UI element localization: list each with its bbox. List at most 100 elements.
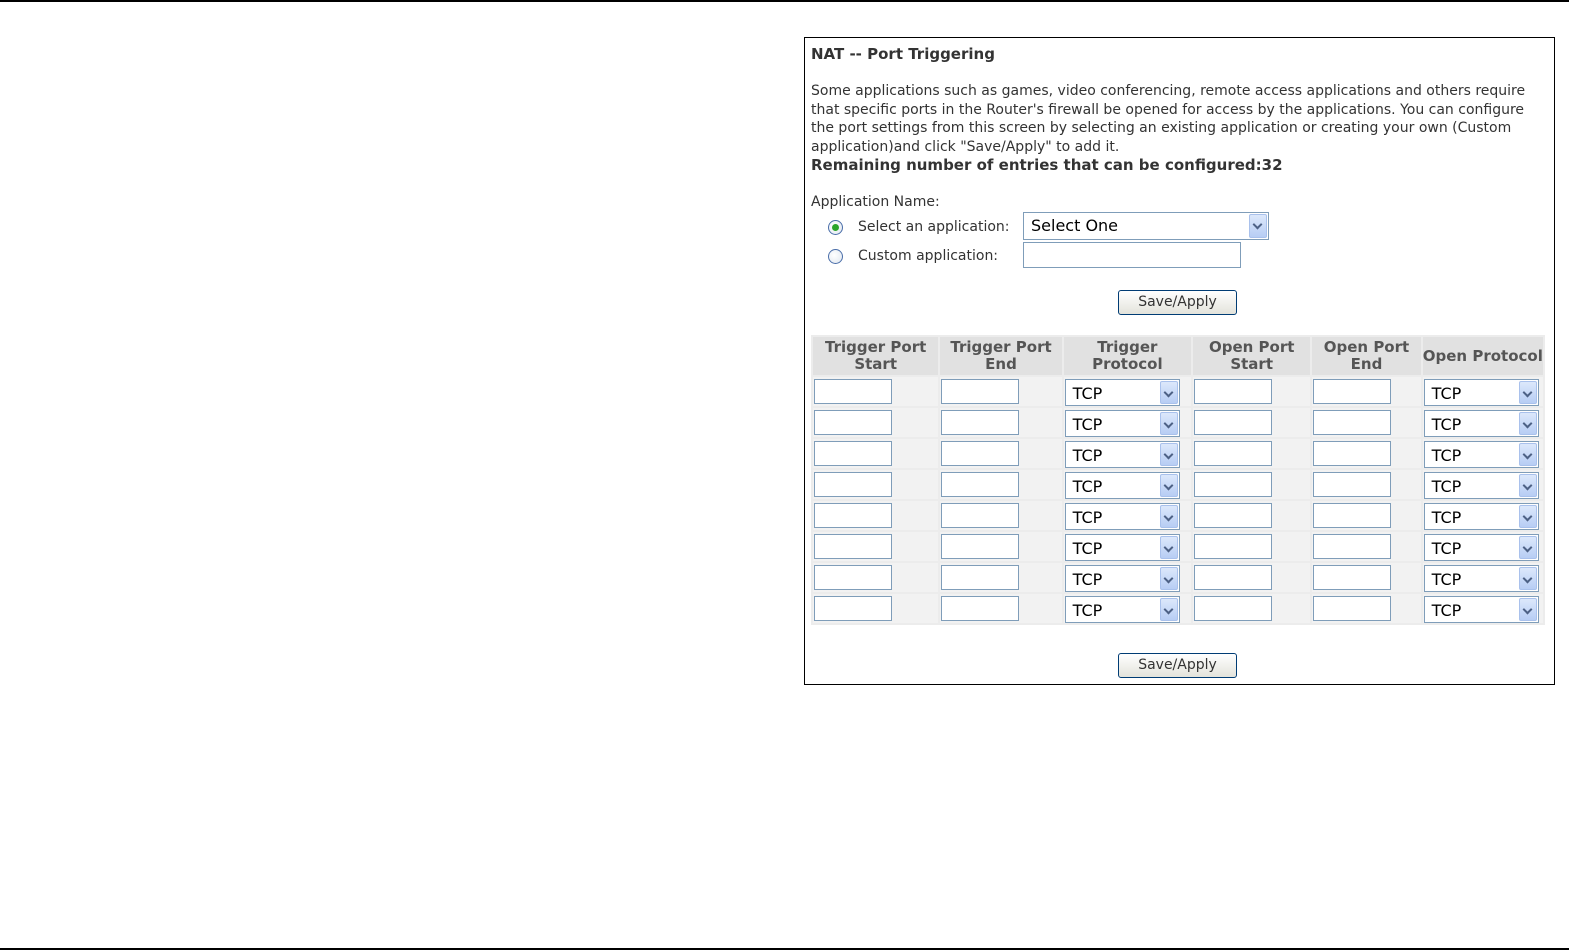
open-port-end-input[interactable]: [1313, 534, 1392, 559]
save-apply-button-bottom[interactable]: Save/Apply: [1118, 653, 1237, 678]
trigger-port-start-input[interactable]: [814, 472, 892, 497]
table-header-row: Trigger Port Start Trigger Port End Trig…: [813, 337, 1543, 375]
open-protocol-select[interactable]: TCP: [1423, 379, 1539, 406]
trigger-port-end-input[interactable]: [941, 503, 1020, 528]
table-row: TCP TCP: [813, 501, 1543, 530]
trigger-port-start-input[interactable]: [814, 441, 892, 466]
trigger-port-end-input[interactable]: [941, 441, 1020, 466]
table-cell: [1193, 408, 1311, 437]
chevron-down-icon[interactable]: [1159, 505, 1178, 528]
open-protocol-select[interactable]: TCP: [1423, 441, 1539, 468]
trigger-port-start-input[interactable]: [814, 503, 892, 528]
save-apply-button-top[interactable]: Save/Apply: [1118, 290, 1237, 315]
protocol-value: TCP: [1431, 477, 1462, 496]
chevron-down-icon[interactable]: [1518, 598, 1537, 621]
chevron-down-icon[interactable]: [1159, 598, 1178, 621]
open-protocol-select[interactable]: TCP: [1423, 596, 1539, 623]
trigger-protocol-select[interactable]: TCP: [1064, 410, 1180, 437]
table-cell: [940, 439, 1062, 468]
open-port-start-input[interactable]: [1194, 472, 1273, 497]
chevron-down-icon[interactable]: [1518, 381, 1537, 404]
table-cell: [1312, 470, 1421, 499]
open-port-end-input[interactable]: [1313, 596, 1392, 621]
chevron-down-icon[interactable]: [1518, 443, 1537, 466]
application-name-label: Application Name:: [811, 194, 940, 210]
open-port-end-input[interactable]: [1313, 503, 1392, 528]
open-port-start-input[interactable]: [1194, 503, 1273, 528]
trigger-port-end-input[interactable]: [941, 596, 1020, 621]
custom-application-input[interactable]: [1023, 242, 1241, 268]
trigger-protocol-select[interactable]: TCP: [1064, 565, 1180, 592]
chevron-down-icon[interactable]: [1159, 443, 1178, 466]
table-row: TCP TCP: [813, 594, 1543, 623]
open-protocol-select[interactable]: TCP: [1423, 410, 1539, 437]
table-cell: [940, 377, 1062, 406]
table-cell: [813, 532, 939, 561]
chevron-down-icon[interactable]: [1518, 536, 1537, 559]
chevron-down-icon[interactable]: [1159, 536, 1178, 559]
trigger-port-end-input[interactable]: [941, 410, 1020, 435]
chevron-down-icon[interactable]: [1159, 567, 1178, 590]
table-cell: TCP: [1063, 408, 1192, 437]
trigger-protocol-select[interactable]: TCP: [1064, 472, 1180, 499]
trigger-port-end-input[interactable]: [941, 472, 1020, 497]
open-port-start-input[interactable]: [1194, 534, 1273, 559]
open-port-start-input[interactable]: [1194, 410, 1273, 435]
open-port-end-input[interactable]: [1313, 379, 1392, 404]
table-row: TCP TCP: [813, 439, 1543, 468]
trigger-port-start-input[interactable]: [814, 534, 892, 559]
port-triggering-panel: NAT -- Port Triggering Some applications…: [804, 37, 1555, 685]
trigger-protocol-select[interactable]: TCP: [1064, 596, 1180, 623]
table-cell: TCP: [1422, 563, 1543, 592]
open-protocol-select[interactable]: TCP: [1423, 472, 1539, 499]
trigger-protocol-select[interactable]: TCP: [1064, 379, 1180, 406]
open-protocol-select[interactable]: TCP: [1423, 565, 1539, 592]
open-port-end-input[interactable]: [1313, 410, 1392, 435]
table-cell: TCP: [1422, 501, 1543, 530]
open-port-start-input[interactable]: [1194, 441, 1273, 466]
application-select[interactable]: Select One: [1023, 212, 1269, 240]
select-application-radio[interactable]: [828, 220, 843, 235]
bottom-rule: [0, 948, 1569, 950]
trigger-port-end-input[interactable]: [941, 379, 1020, 404]
chevron-down-icon[interactable]: [1518, 505, 1537, 528]
table-cell: [813, 408, 939, 437]
trigger-port-end-input[interactable]: [941, 534, 1020, 559]
top-rule: [0, 0, 1569, 2]
trigger-port-start-input[interactable]: [814, 596, 892, 621]
trigger-port-start-input[interactable]: [814, 565, 892, 590]
open-port-end-input[interactable]: [1313, 472, 1392, 497]
chevron-down-icon[interactable]: [1518, 412, 1537, 435]
open-port-start-input[interactable]: [1194, 596, 1273, 621]
table-cell: TCP: [1422, 594, 1543, 623]
table-cell: [1193, 563, 1311, 592]
chevron-down-icon[interactable]: [1159, 412, 1178, 435]
trigger-protocol-select[interactable]: TCP: [1064, 503, 1180, 530]
open-protocol-select[interactable]: TCP: [1423, 534, 1539, 561]
table-cell: [940, 408, 1062, 437]
chevron-down-icon[interactable]: [1518, 474, 1537, 497]
chevron-down-icon[interactable]: [1159, 474, 1178, 497]
open-protocol-select[interactable]: TCP: [1423, 503, 1539, 530]
trigger-port-start-input[interactable]: [814, 410, 892, 435]
open-port-start-input[interactable]: [1194, 565, 1273, 590]
table-cell: TCP: [1063, 439, 1192, 468]
trigger-protocol-select[interactable]: TCP: [1064, 441, 1180, 468]
table-row: TCP TCP: [813, 563, 1543, 592]
protocol-value: TCP: [1431, 601, 1462, 620]
open-port-end-input[interactable]: [1313, 441, 1392, 466]
trigger-port-start-input[interactable]: [814, 379, 892, 404]
port-trigger-table: Trigger Port Start Trigger Port End Trig…: [811, 335, 1545, 625]
chevron-down-icon[interactable]: [1518, 567, 1537, 590]
chevron-down-icon[interactable]: [1159, 381, 1178, 404]
table-cell: TCP: [1063, 470, 1192, 499]
open-port-end-input[interactable]: [1313, 565, 1392, 590]
custom-application-radio[interactable]: [828, 249, 843, 264]
open-port-start-input[interactable]: [1194, 379, 1273, 404]
protocol-value: TCP: [1431, 446, 1462, 465]
chevron-down-icon[interactable]: [1249, 214, 1267, 238]
protocol-value: TCP: [1072, 570, 1103, 589]
protocol-value: TCP: [1431, 539, 1462, 558]
trigger-protocol-select[interactable]: TCP: [1064, 534, 1180, 561]
trigger-port-end-input[interactable]: [941, 565, 1020, 590]
